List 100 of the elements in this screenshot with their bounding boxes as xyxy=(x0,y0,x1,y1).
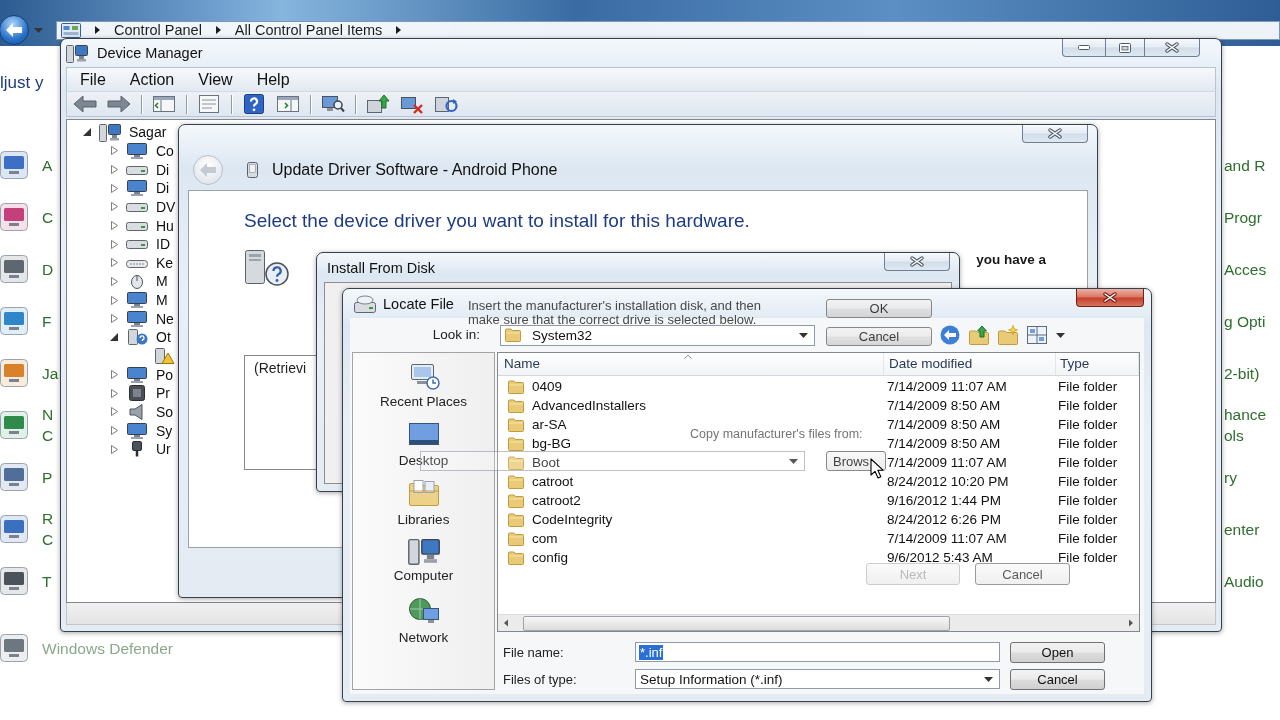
tree-item[interactable]: Po xyxy=(156,366,174,383)
collapsed-arrow-icon[interactable] xyxy=(110,295,118,305)
tree-item[interactable]: Di xyxy=(156,161,170,178)
places-item[interactable]: Network xyxy=(353,589,494,648)
collapsed-arrow-icon[interactable] xyxy=(110,202,118,212)
tree-item[interactable]: Sagar xyxy=(129,124,167,141)
close-button[interactable] xyxy=(884,253,950,271)
device-x-icon[interactable] xyxy=(400,94,424,114)
file-name-field[interactable]: *.inf xyxy=(635,642,1000,662)
expanded-arrow-icon[interactable] xyxy=(110,333,118,342)
properties-icon[interactable] xyxy=(197,94,221,114)
collapsed-arrow-icon[interactable] xyxy=(110,183,118,193)
close-button[interactable] xyxy=(1022,125,1088,143)
menu-item[interactable]: Action xyxy=(129,70,175,89)
file-name[interactable]: bg-BG xyxy=(532,436,572,451)
cancel-button[interactable]: Cancel xyxy=(1010,668,1105,690)
view-menu-icon[interactable] xyxy=(1027,326,1047,344)
breadcrumb-link[interactable]: All Control Panel Items xyxy=(234,22,383,38)
collapsed-arrow-icon[interactable] xyxy=(110,370,118,380)
collapsed-arrow-icon[interactable] xyxy=(110,258,118,268)
places-item[interactable]: Recent Places xyxy=(353,353,494,412)
tree-item[interactable]: Co xyxy=(156,142,174,159)
caret-icon[interactable] xyxy=(789,458,798,464)
tree-item[interactable]: Di xyxy=(156,180,170,197)
file-name[interactable]: AdvancedInstallers xyxy=(532,398,647,413)
close-button[interactable] xyxy=(1145,39,1200,57)
file-type-combo[interactable]: Setup Information (*.inf) xyxy=(635,669,1000,689)
collapsed-arrow-icon[interactable] xyxy=(110,426,118,436)
column-header[interactable]: Date modified xyxy=(884,353,1056,375)
breadcrumb-link[interactable]: Control Panel xyxy=(114,22,202,38)
tree-item[interactable]: ID xyxy=(156,236,170,253)
collapsed-arrow-icon[interactable] xyxy=(110,221,118,230)
file-name[interactable]: 0409 xyxy=(532,379,563,394)
tree-item[interactable]: Ot xyxy=(156,329,171,346)
tree-item[interactable]: So xyxy=(156,403,174,420)
tree-item[interactable]: DV xyxy=(156,198,176,215)
settings-link[interactable]: Acces xyxy=(1222,243,1267,295)
device-arrow-icon[interactable] xyxy=(366,94,390,114)
settings-link[interactable]: Ja xyxy=(0,347,59,399)
chevron-icon[interactable] xyxy=(396,26,402,34)
file-name[interactable]: Boot xyxy=(532,455,560,470)
collapsed-arrow-icon[interactable] xyxy=(110,444,118,454)
tree-item[interactable]: Hu xyxy=(156,217,174,234)
file-name[interactable]: catroot xyxy=(532,474,574,489)
file-name[interactable]: CodeIntegrity xyxy=(532,512,613,527)
settings-link[interactable]: g Opti xyxy=(1222,295,1266,347)
settings-link[interactable]: P xyxy=(0,451,53,503)
file-name[interactable]: catroot2 xyxy=(532,493,581,508)
panel-icon[interactable] xyxy=(276,94,300,114)
tree-item[interactable]: Sy xyxy=(156,422,173,439)
places-item[interactable]: Computer xyxy=(353,530,494,589)
caret-icon[interactable] xyxy=(984,676,993,682)
settings-link[interactable]: F xyxy=(0,295,52,347)
tree-item[interactable]: M xyxy=(156,273,168,290)
menu-item[interactable]: Help xyxy=(256,70,290,89)
tree-item[interactable]: Ke xyxy=(156,254,174,271)
settings-link[interactable]: A xyxy=(0,139,53,191)
collapsed-arrow-icon[interactable] xyxy=(110,239,118,249)
file-name[interactable]: config xyxy=(532,550,569,565)
tree-item[interactable]: Pr xyxy=(156,385,170,402)
collapsed-arrow-icon[interactable] xyxy=(110,165,118,175)
help-icon[interactable] xyxy=(242,94,266,114)
look-in-combo[interactable]: System32 xyxy=(500,324,815,346)
settings-link[interactable]: N C xyxy=(0,399,54,451)
scrollbar-thumb[interactable] xyxy=(523,615,950,631)
chevron-icon[interactable] xyxy=(215,26,221,34)
panel-icon[interactable] xyxy=(152,94,176,114)
column-header[interactable]: Type xyxy=(1056,353,1139,375)
settings-link[interactable]: Audio xyxy=(1222,555,1264,607)
device-refresh-icon[interactable] xyxy=(434,94,458,114)
menu-item[interactable]: File xyxy=(80,70,106,89)
maximize-button[interactable] xyxy=(1106,39,1145,57)
new-folder-icon[interactable] xyxy=(998,325,1018,345)
settings-link[interactable]: T xyxy=(0,555,52,607)
tree-item[interactable]: Ne xyxy=(156,310,174,327)
chevron-icon[interactable] xyxy=(95,26,100,34)
file-name[interactable]: ar-SA xyxy=(532,417,567,432)
cancel-button[interactable]: Cancel xyxy=(826,327,932,346)
expanded-arrow-icon[interactable] xyxy=(83,128,91,137)
places-item[interactable]: Libraries xyxy=(353,471,494,530)
settings-link[interactable]: C xyxy=(0,191,54,243)
collapsed-arrow-icon[interactable] xyxy=(110,407,118,417)
up-folder-icon[interactable] xyxy=(969,325,989,345)
minimize-button[interactable] xyxy=(1062,39,1106,57)
horizontal-scrollbar[interactable] xyxy=(498,614,1139,631)
address-bar[interactable]: Control Panel All Control Panel Items xyxy=(56,20,1280,40)
settings-link[interactable]: Progr xyxy=(1222,191,1262,243)
collapsed-arrow-icon[interactable] xyxy=(110,146,118,156)
settings-link[interactable]: 2-bit) xyxy=(1222,347,1260,399)
cancel-button[interactable]: Cancel xyxy=(975,563,1070,585)
tree-item[interactable]: Ur xyxy=(156,441,171,458)
caret-icon[interactable] xyxy=(1056,332,1065,338)
settings-link[interactable]: hance ols xyxy=(1222,399,1267,451)
close-button[interactable] xyxy=(1076,289,1144,307)
monitor-search-icon[interactable] xyxy=(321,94,345,114)
collapsed-arrow-icon[interactable] xyxy=(110,314,118,324)
settings-link[interactable]: ry xyxy=(1222,451,1237,503)
forward-icon[interactable] xyxy=(107,94,131,114)
column-header[interactable]: Name xyxy=(498,353,884,375)
settings-link[interactable]: enter xyxy=(1222,503,1260,555)
